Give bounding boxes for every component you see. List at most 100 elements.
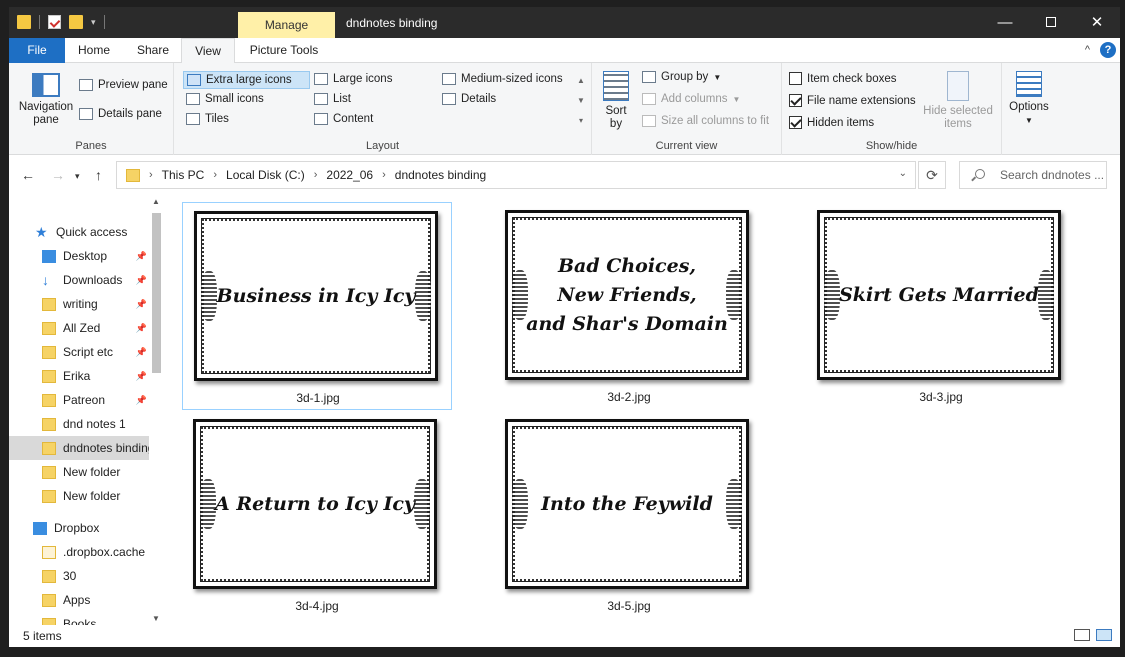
nav-item[interactable]: All Zed 📌 — [9, 316, 149, 340]
new-folder-icon[interactable] — [69, 15, 83, 29]
nav-scrollbar[interactable]: ▲ ▼ — [149, 195, 164, 625]
options-label: Options — [1009, 101, 1049, 113]
nav-item[interactable]: Desktop 📌 — [9, 244, 149, 268]
forward-button[interactable]: → — [51, 167, 65, 183]
nav-item[interactable]: Erika 📌 — [9, 364, 149, 388]
nav-item[interactable]: Apps — [9, 588, 149, 612]
navigation-pane-button[interactable]: Navigation pane — [15, 73, 77, 127]
nav-quick-access[interactable]: ★ Quick access — [9, 220, 149, 244]
breadcrumb-separator-icon[interactable]: › — [213, 169, 217, 181]
title-bar: ▾ Manage dndnotes binding — ✕ — [9, 7, 1120, 38]
nav-item[interactable]: New folder — [9, 484, 149, 508]
nav-item-label: New folder — [63, 489, 121, 503]
nav-scroll-thumb[interactable] — [152, 213, 161, 373]
breadcrumb-this-pc[interactable]: This PC — [162, 168, 205, 182]
nav-item[interactable]: writing 📌 — [9, 292, 149, 316]
address-history-chevron-icon[interactable]: ⌄ — [899, 168, 907, 179]
medium-icons-option[interactable]: Medium-sized icons — [442, 73, 563, 85]
close-button[interactable]: ✕ — [1074, 7, 1120, 38]
group-by-button[interactable]: Group by ▼ — [642, 71, 721, 83]
add-columns-button[interactable]: Add columns ▼ — [642, 93, 740, 105]
nav-item-label: All Zed — [63, 321, 101, 335]
breadcrumb-separator-icon[interactable]: › — [382, 169, 386, 181]
breadcrumb-separator-icon[interactable]: › — [314, 169, 318, 181]
scroll-down-icon[interactable]: ▼ — [152, 614, 160, 623]
nav-item[interactable]: .dropbox.cache — [9, 540, 149, 564]
collapse-ribbon-icon[interactable]: ^ — [1085, 44, 1090, 56]
breadcrumb-dndnotes-binding[interactable]: dndnotes binding — [395, 168, 486, 182]
file-name-extensions-checkbox[interactable] — [789, 94, 802, 107]
search-icon — [975, 169, 985, 179]
large-icons-option[interactable]: Large icons — [314, 73, 392, 85]
file-tile[interactable]: A Return to Icy Icy 3d-4.jpg — [182, 411, 452, 619]
nav-item-label: writing — [63, 297, 98, 311]
item-check-boxes-label: Item check boxes — [807, 72, 897, 85]
properties-icon[interactable] — [48, 15, 61, 29]
tab-file[interactable]: File — [9, 38, 65, 63]
breadcrumb-separator-icon[interactable]: › — [149, 169, 153, 181]
small-icons-option[interactable]: Small icons — [186, 93, 264, 105]
refresh-button[interactable]: ⟳ — [918, 161, 946, 189]
file-tile[interactable]: Business in Icy Icy 3d-1.jpg — [182, 202, 452, 410]
details-option[interactable]: Details — [442, 93, 496, 105]
sort-by-button[interactable]: Sort by — [598, 71, 634, 131]
up-button[interactable]: ↑ — [95, 167, 102, 183]
size-all-columns-button[interactable]: Size all columns to fit — [642, 115, 769, 127]
nav-item[interactable]: Books — [9, 612, 149, 625]
file-name-extensions-toggle[interactable]: File name extensions — [789, 94, 916, 107]
item-check-boxes-checkbox[interactable] — [789, 72, 802, 85]
address-bar[interactable]: › This PC › Local Disk (C:) › 2022_06 › … — [116, 161, 916, 189]
file-tile[interactable]: Skirt Gets Married 3d-3.jpg — [806, 202, 1076, 410]
tab-share[interactable]: Share — [129, 38, 177, 63]
nav-dropbox[interactable]: Dropbox — [9, 516, 149, 540]
nav-item[interactable]: dndnotes binding — [9, 436, 149, 460]
image-thumbnail: A Return to Icy Icy — [193, 419, 437, 589]
preview-pane-button[interactable]: Preview pane — [79, 79, 168, 91]
nav-item[interactable]: Patreon 📌 — [9, 388, 149, 412]
tab-home[interactable]: Home — [67, 38, 121, 63]
content-scrollbar[interactable] — [1103, 195, 1120, 625]
item-check-boxes-toggle[interactable]: Item check boxes — [789, 72, 896, 85]
pin-icon: 📌 — [135, 274, 147, 285]
back-button[interactable]: ← — [21, 167, 35, 183]
nav-item[interactable]: New folder — [9, 460, 149, 484]
details-view-icon[interactable] — [1074, 629, 1090, 641]
recent-locations-icon[interactable]: ▾ — [75, 171, 80, 182]
search-box[interactable]: Search dndnotes ... — [959, 161, 1107, 189]
content-icon — [314, 113, 328, 125]
nav-item[interactable]: ↓ Downloads 📌 — [9, 268, 149, 292]
options-button[interactable]: Options ▼ — [1005, 71, 1053, 127]
scroll-up-icon[interactable]: ▲ — [152, 197, 160, 206]
maximize-button[interactable] — [1028, 7, 1074, 38]
customize-toolbar-icon[interactable]: ▾ — [91, 17, 96, 28]
nav-item[interactable]: Script etc 📌 — [9, 340, 149, 364]
add-columns-icon — [642, 93, 656, 105]
tab-manage[interactable]: Manage — [238, 12, 335, 38]
view-switcher — [1074, 629, 1112, 641]
nav-item[interactable]: 30 — [9, 564, 149, 588]
file-tile[interactable]: Into the Feywild 3d-5.jpg — [494, 411, 764, 619]
large-icons-view-icon[interactable] — [1096, 629, 1112, 641]
layout-scroll[interactable]: ▲ ▼ ▾ — [575, 71, 587, 131]
hidden-items-checkbox[interactable] — [789, 116, 802, 129]
tiles-icon — [186, 113, 200, 125]
tab-picture-tools[interactable]: Picture Tools — [241, 38, 327, 63]
tiles-option[interactable]: Tiles — [186, 113, 229, 125]
hide-selected-items-button[interactable]: Hide selected items — [920, 71, 996, 131]
panes-group-label: Panes — [75, 140, 107, 152]
help-icon[interactable]: ? — [1100, 42, 1116, 58]
list-option[interactable]: List — [314, 93, 351, 105]
ornament-icon — [726, 479, 742, 529]
breadcrumb-2022-06[interactable]: 2022_06 — [326, 168, 373, 182]
breadcrumb-local-disk[interactable]: Local Disk (C:) — [226, 168, 305, 182]
content-option[interactable]: Content — [314, 113, 373, 125]
extra-large-icons-option[interactable]: Extra large icons — [183, 71, 310, 89]
minimize-button[interactable]: — — [982, 7, 1028, 38]
file-tile[interactable]: Bad Choices, New Friends, and Shar's Dom… — [494, 202, 764, 410]
nav-item[interactable]: dnd notes 1 — [9, 412, 149, 436]
group-by-caret-icon: ▼ — [713, 72, 722, 82]
window-title: dndnotes binding — [346, 16, 438, 30]
details-pane-button[interactable]: Details pane — [79, 108, 162, 120]
hidden-items-toggle[interactable]: Hidden items — [789, 116, 874, 129]
tab-view[interactable]: View — [181, 38, 235, 64]
